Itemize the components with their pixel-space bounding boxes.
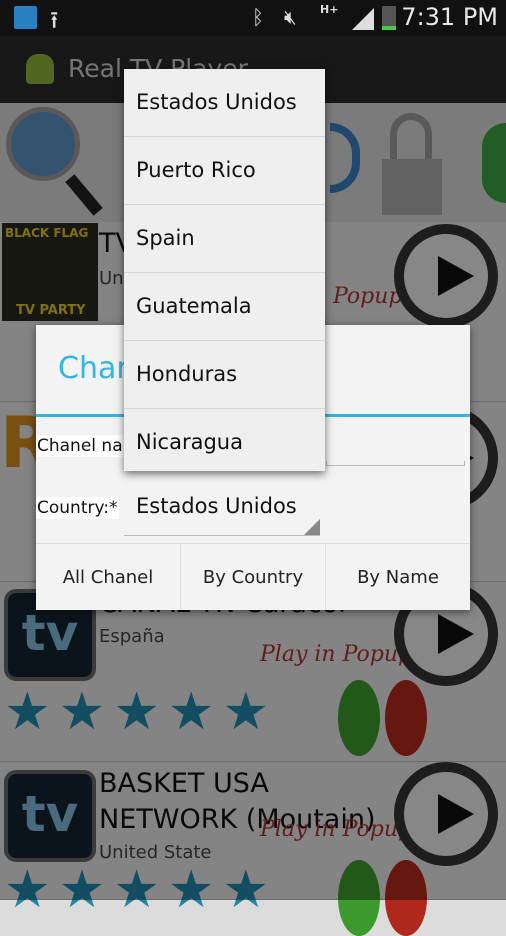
country-dropdown: Estados Unidos Puerto Rico Spain Guatema… — [124, 69, 325, 471]
status-bar: ⭱ ᛒ 🔇︎ H+ 7:31 PM — [0, 0, 506, 36]
dropdown-option[interactable]: Estados Unidos — [124, 69, 325, 137]
dropdown-option[interactable]: Puerto Rico — [124, 137, 325, 205]
dialog-button-bar: All Chanel By Country By Name — [36, 543, 470, 610]
dropdown-option[interactable]: Honduras — [124, 341, 325, 409]
country-label: Country:* — [36, 497, 119, 519]
hplus-data-icon: H+ — [320, 3, 339, 16]
bluetooth-icon: ᛒ — [252, 5, 264, 29]
country-selected-value: Estados Unidos — [136, 494, 297, 518]
signal-icon — [352, 8, 374, 30]
dropdown-option[interactable]: Spain — [124, 205, 325, 273]
wifi-icon — [14, 6, 37, 29]
clock: 7:31 PM — [401, 3, 498, 31]
by-name-button[interactable]: By Name — [326, 544, 470, 610]
dropdown-option[interactable]: Guatemala — [124, 273, 325, 341]
mute-icon: 🔇︎ — [284, 5, 297, 29]
all-chanel-button[interactable]: All Chanel — [36, 544, 181, 610]
country-spinner[interactable]: Estados Unidos — [124, 488, 320, 536]
by-country-button[interactable]: By Country — [181, 544, 326, 610]
battery-charging-icon — [382, 6, 396, 30]
channel-name-input[interactable] — [326, 461, 465, 466]
spinner-arrow-icon — [304, 519, 320, 535]
channel-name-label: Chanel na — [36, 435, 124, 457]
dropdown-option[interactable]: Nicaragua — [124, 409, 325, 477]
